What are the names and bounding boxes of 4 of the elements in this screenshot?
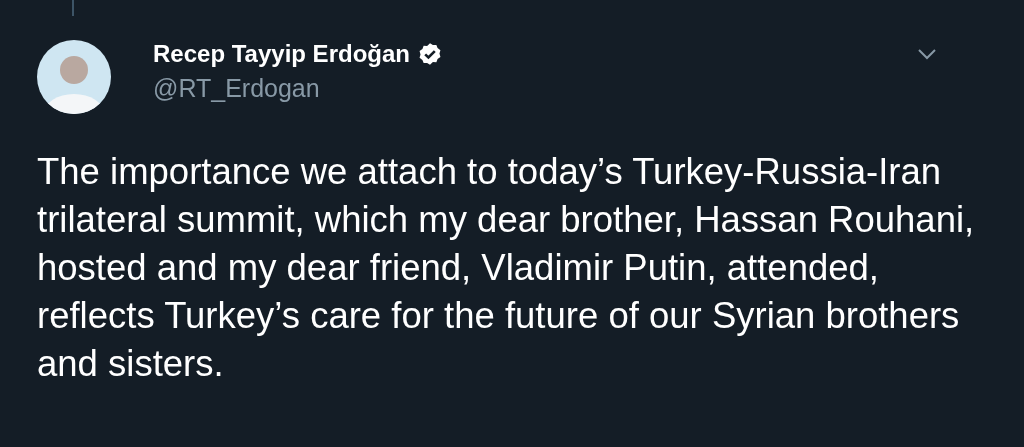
chevron-down-icon[interactable] <box>917 48 937 60</box>
tweet-text: The importance we attach to today’s Turkey-Russia-Iran trilateral summit, which my dear brother, Hassan Rouhani, hosted and my dear friend, Vladimir Putin, attended, reflects Turkey’s care for the future of our Syrian brothers and sisters. <box>37 150 976 386</box>
author-name[interactable]: Recep Tayyip Erdoğan <box>153 40 410 68</box>
author-handle[interactable]: @RT_Erdogan <box>153 74 442 102</box>
